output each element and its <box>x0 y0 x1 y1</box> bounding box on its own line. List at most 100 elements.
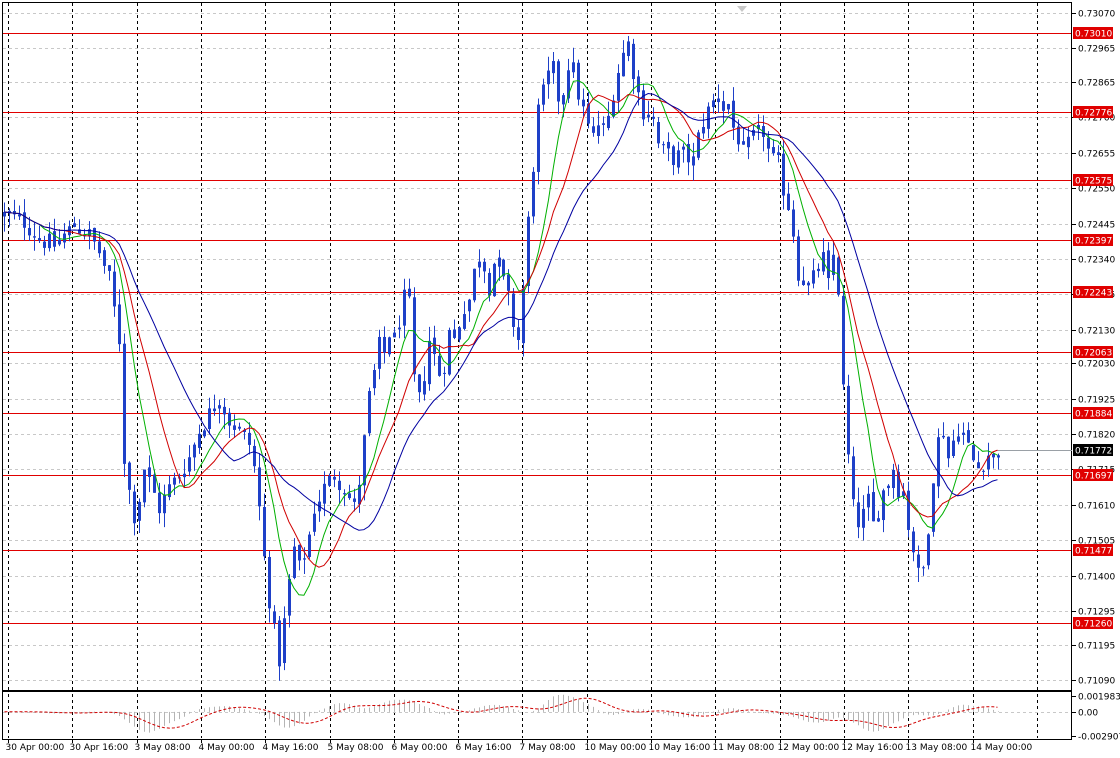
candle-body <box>208 408 211 430</box>
candle-body <box>802 280 805 286</box>
candle-body <box>483 261 486 272</box>
candle-body <box>303 558 306 560</box>
candle-body <box>937 437 940 487</box>
candle-body <box>158 492 161 514</box>
candle-body <box>592 126 595 133</box>
candle-body <box>103 250 106 266</box>
candle-body <box>278 620 281 667</box>
candle-body <box>473 268 476 301</box>
candle-body <box>108 265 111 271</box>
candle-body <box>792 209 795 237</box>
price-tick-label: 0.72445 <box>1078 221 1115 231</box>
candle-body <box>942 435 945 438</box>
candle-body <box>632 43 635 80</box>
time-tick-label: 4 May 16:00 <box>263 743 319 753</box>
candle-body <box>33 236 36 238</box>
time-tick-label: 5 May 08:00 <box>328 743 384 753</box>
candle-body <box>468 299 471 312</box>
candle-body <box>692 156 695 166</box>
candle-body <box>398 327 401 330</box>
time-tick-label: 3 May 08:00 <box>135 743 191 753</box>
current-price-label: 0.71772 <box>1075 447 1112 457</box>
chart-background <box>0 0 1120 758</box>
candle-body <box>672 146 675 166</box>
candle-body <box>123 343 126 464</box>
candle-body <box>957 436 960 442</box>
candle-body <box>238 426 241 429</box>
candle-body <box>677 150 680 168</box>
level-price-label: 0.71477 <box>1075 547 1112 557</box>
level-price-label: 0.71260 <box>1075 620 1112 630</box>
candle-body <box>3 212 6 217</box>
candle-body <box>288 578 291 616</box>
candle-body <box>148 467 151 477</box>
candle-body <box>872 492 875 522</box>
candle-body <box>198 433 201 448</box>
candle-body <box>23 212 26 228</box>
candle-body <box>423 381 426 395</box>
candle-body <box>877 518 880 522</box>
candle-body <box>298 544 301 561</box>
time-tick-label: 13 May 08:00 <box>906 743 968 753</box>
chart-canvas[interactable]: 0.730700.729650.728650.727600.726550.725… <box>0 0 1120 758</box>
candle-body <box>73 223 76 227</box>
candle-body <box>283 618 286 664</box>
level-price-label: 0.72243 <box>1075 289 1112 299</box>
time-tick-label: 30 Apr 16:00 <box>70 743 129 753</box>
candle-body <box>572 62 575 73</box>
candle-body <box>737 126 740 145</box>
candle-body <box>952 440 955 456</box>
candle-body <box>752 129 755 136</box>
time-tick-label: 10 May 00:00 <box>585 743 647 753</box>
candle-body <box>602 123 605 125</box>
candle-body <box>912 531 915 553</box>
level-price-label: 0.71697 <box>1075 472 1112 482</box>
candle-body <box>193 444 196 458</box>
price-tick-label: 0.72340 <box>1078 256 1115 266</box>
candle-body <box>892 469 895 489</box>
candle-body <box>223 406 226 415</box>
candle-body <box>627 41 630 57</box>
candle-body <box>742 141 745 145</box>
candle-body <box>797 236 800 281</box>
osc-tick-label: -0.002907 <box>1078 733 1120 743</box>
candle-body <box>213 408 216 412</box>
candle-body <box>188 457 191 472</box>
price-tick-label: 0.71400 <box>1078 573 1115 583</box>
osc-tick-label: 0.001983 <box>1078 693 1120 703</box>
candle-body <box>248 432 251 445</box>
candle-body <box>448 329 451 375</box>
level-price-label: 0.72776 <box>1075 109 1112 119</box>
candle-body <box>498 257 501 267</box>
candle-body <box>642 90 645 120</box>
candle-body <box>263 506 266 557</box>
candle-body <box>807 282 810 286</box>
candle-body <box>328 475 331 486</box>
candle-body <box>378 336 381 369</box>
candle-body <box>812 270 815 284</box>
candle-body <box>697 132 700 158</box>
level-price-label: 0.72575 <box>1075 177 1112 187</box>
price-tick-label: 0.71610 <box>1078 502 1115 512</box>
time-tick-label: 30 Apr 00:00 <box>6 743 65 753</box>
candle-body <box>308 534 311 557</box>
time-tick-label: 12 May 16:00 <box>842 743 904 753</box>
candle-body <box>373 370 376 389</box>
candle-body <box>28 227 31 236</box>
candle-body <box>552 61 555 74</box>
candle-body <box>777 152 780 155</box>
candle-body <box>173 477 176 485</box>
candle-body <box>453 329 456 338</box>
candle-body <box>612 100 615 117</box>
candle-body <box>253 445 256 467</box>
candle-body <box>313 513 316 532</box>
candle-body <box>138 501 141 521</box>
candle-body <box>682 146 685 150</box>
candle-body <box>388 337 391 355</box>
candle-body <box>607 115 610 129</box>
candle-body <box>827 250 830 279</box>
candle-body <box>662 144 665 146</box>
candle-body <box>458 327 461 340</box>
candle-body <box>717 98 720 103</box>
candle-body <box>403 289 406 326</box>
